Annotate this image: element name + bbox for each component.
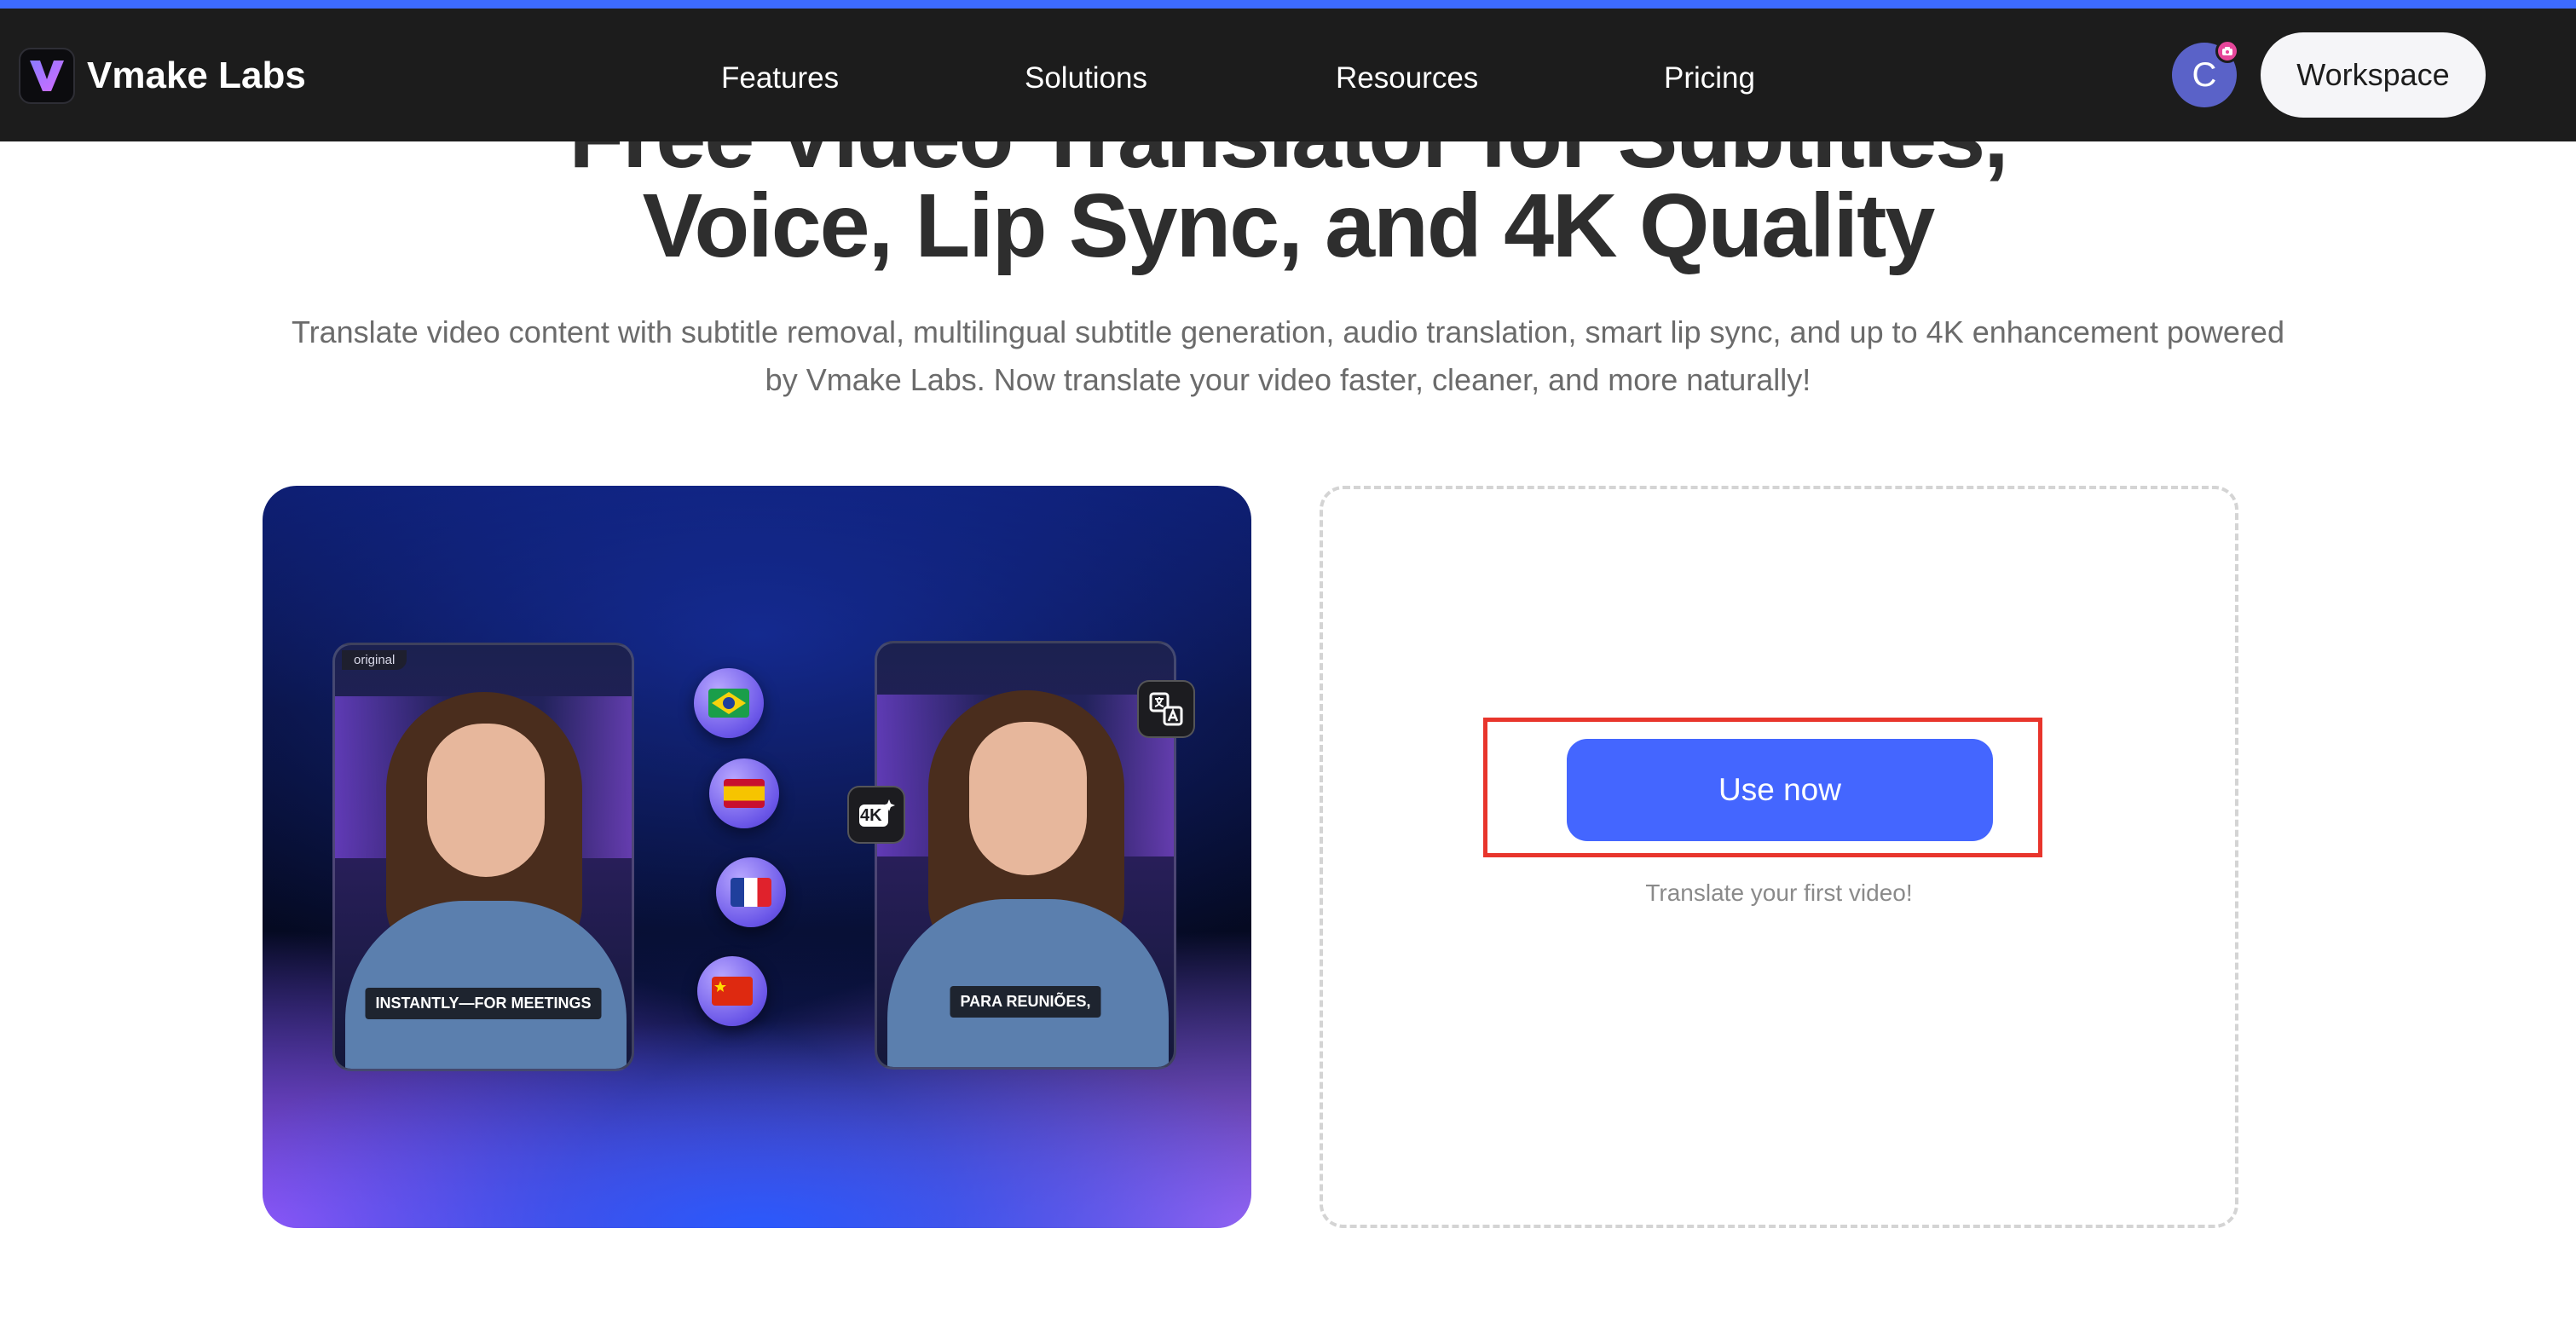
original-caption: INSTANTLY—FOR MEETINGS <box>365 988 602 1019</box>
presenter-face <box>427 724 545 877</box>
original-tag: original <box>342 650 407 670</box>
brazil-flag-icon <box>694 668 764 738</box>
spain-flag-icon <box>709 758 779 828</box>
china-flag-icon <box>697 956 767 1026</box>
translated-caption: PARA REUNIÕES, <box>950 986 1101 1018</box>
translated-video-preview: PARA REUNIÕES, <box>875 641 1176 1070</box>
demo-preview-card: original INSTANTLY—FOR MEETINGS PARA REU… <box>263 486 1251 1228</box>
4k-label: 4K <box>860 806 882 825</box>
use-now-hint: Translate your first video! <box>1645 880 1913 906</box>
hero-subtitle: Translate video content with subtitle re… <box>292 314 2284 397</box>
translate-icon <box>1137 680 1195 738</box>
original-video-preview: original INSTANTLY—FOR MEETINGS <box>332 643 634 1071</box>
nav-solutions[interactable]: Solutions <box>1025 61 1147 95</box>
page: Free Video Translator for Subtitles, Voi… <box>0 0 2576 1338</box>
hero-title-line-2: Voice, Lip Sync, and 4K Quality <box>642 176 1936 276</box>
brand-name: Vmake Labs <box>87 55 306 96</box>
top-accent-bar <box>0 0 2576 9</box>
use-now-button[interactable]: Use now <box>1567 739 1993 841</box>
workspace-button[interactable]: Workspace <box>2261 32 2486 118</box>
4k-enhance-chip: 4K <box>847 786 905 844</box>
nav-resources[interactable]: Resources <box>1336 61 1478 95</box>
france-flag-icon <box>716 857 786 927</box>
nav-features[interactable]: Features <box>721 61 839 95</box>
presenter-face <box>969 722 1087 875</box>
presenter-shirt <box>345 901 627 1069</box>
presenter-shirt <box>887 899 1169 1067</box>
camera-badge-icon <box>2215 39 2239 63</box>
brand-logo[interactable]: Vmake Labs <box>19 48 306 104</box>
vmake-logo-icon <box>19 48 75 104</box>
top-navbar: Vmake Labs Features Solutions Resources … <box>0 9 2576 141</box>
nav-pricing[interactable]: Pricing <box>1664 61 1755 95</box>
